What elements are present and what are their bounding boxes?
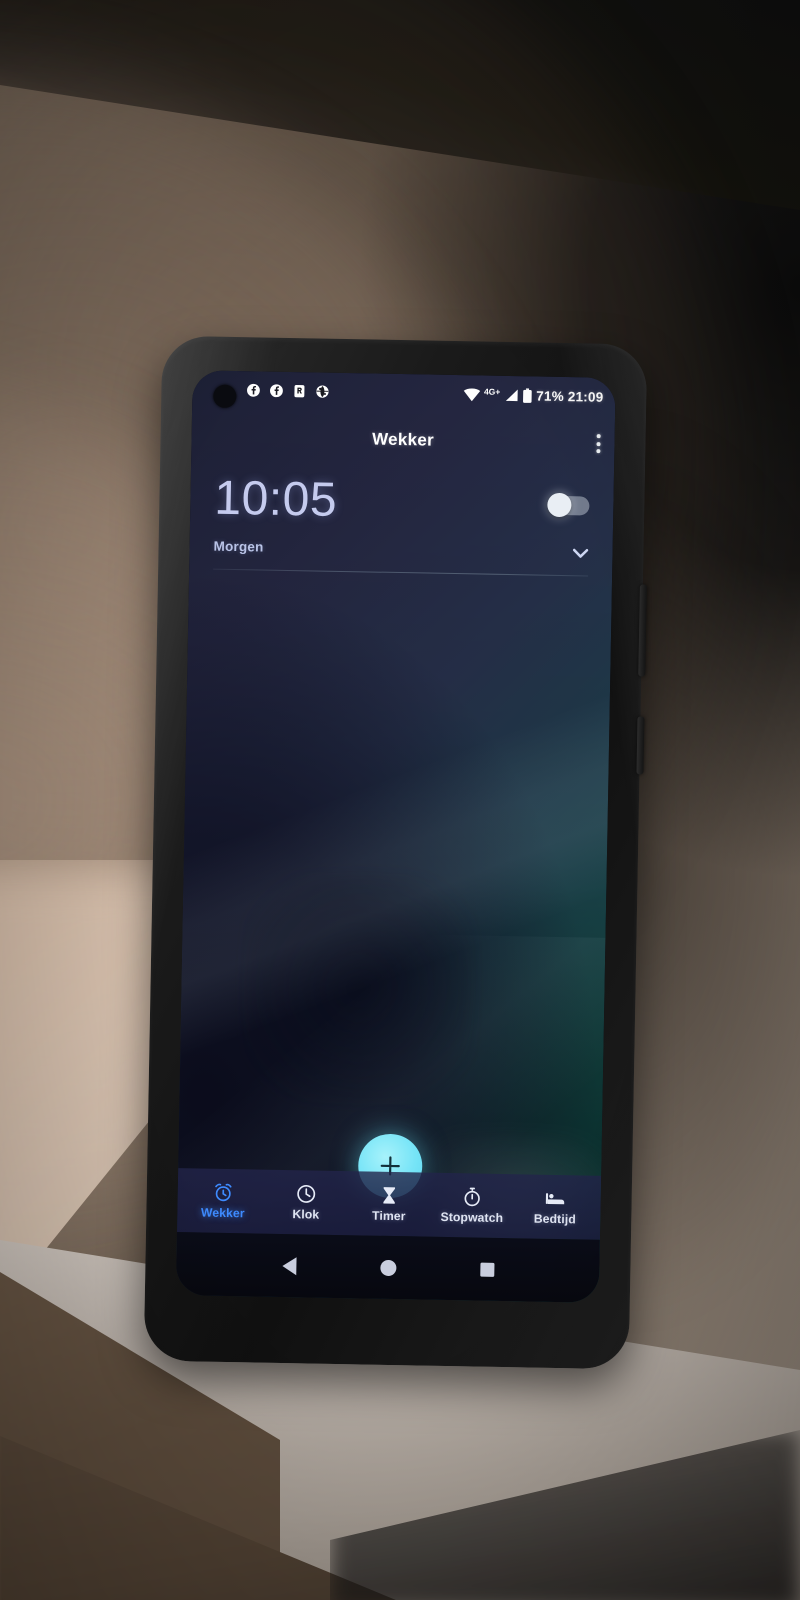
signal-bars-icon (505, 388, 518, 401)
notification-icons (246, 383, 329, 399)
nav-item-bedtijd[interactable]: Bedtijd (513, 1187, 597, 1227)
app-bar: Wekker (191, 410, 615, 470)
alarm-list: 10:05 Morgen (189, 472, 614, 577)
clock-icon (297, 1184, 316, 1203)
photo-scene: 4G+ 71% 21:09 Wekker 10:05 Morgen Wekker… (0, 0, 800, 1600)
nav-item-stopwatch[interactable]: Stopwatch (430, 1186, 514, 1226)
status-bar-right: 4G+ 71% 21:09 (463, 386, 604, 405)
nav-label-wekker: Wekker (200, 1205, 245, 1221)
nav-item-timer[interactable]: Timer (347, 1184, 431, 1224)
alarm-time[interactable]: 10:05 (214, 472, 338, 527)
phone-screen: 4G+ 71% 21:09 Wekker 10:05 Morgen Wekker… (175, 370, 616, 1303)
nav-label-klok: Klok (292, 1207, 320, 1222)
chevron-down-icon[interactable] (572, 548, 589, 558)
alarm-subrow: Morgen (213, 538, 589, 561)
stopwatch-icon (464, 1187, 480, 1207)
alarm-day-label: Morgen (213, 538, 264, 555)
network-type-label: 4G+ (483, 386, 501, 397)
power-button[interactable] (636, 716, 645, 775)
alarm-toggle[interactable] (547, 492, 590, 518)
system-navigation-bar (175, 1232, 600, 1303)
overflow-dot (596, 449, 601, 454)
alarm-clock-icon (215, 1183, 232, 1202)
hourglass-icon (383, 1187, 396, 1204)
screen-dark-patch (241, 871, 476, 1106)
more-vertical-icon[interactable] (596, 434, 601, 454)
nav-label-stopwatch: Stopwatch (440, 1209, 504, 1226)
facebook-icon (270, 384, 283, 398)
home-circle-icon[interactable] (379, 1259, 397, 1276)
globe-icon (316, 385, 329, 398)
nav-item-wekker[interactable]: Wekker (181, 1181, 265, 1221)
wifi-icon (463, 387, 480, 401)
bed-icon (545, 1193, 565, 1205)
alarm-row[interactable]: 10:05 (214, 472, 590, 530)
back-triangle-icon[interactable] (281, 1256, 297, 1275)
nav-item-klok[interactable]: Klok (264, 1183, 348, 1223)
status-bar-clock: 21:09 (567, 388, 604, 405)
battery-icon (522, 387, 532, 403)
bottom-navigation: Wekker Klok Timer Stopwatch Bedtijd (177, 1168, 602, 1240)
page-title: Wekker (371, 429, 435, 450)
facebook-icon (247, 383, 260, 397)
battery-percent-label: 71% (536, 388, 564, 404)
status-bar: 4G+ 71% 21:09 (192, 370, 616, 416)
recents-square-icon[interactable] (479, 1262, 495, 1277)
nav-label-timer: Timer (371, 1208, 406, 1224)
nav-label-bedtijd: Bedtijd (533, 1211, 576, 1227)
app-notification-icon (294, 384, 305, 398)
toggle-knob (547, 492, 572, 518)
smartphone: 4G+ 71% 21:09 Wekker 10:05 Morgen Wekker… (143, 335, 648, 1370)
overflow-dot (596, 434, 601, 439)
overflow-dot (596, 441, 601, 446)
